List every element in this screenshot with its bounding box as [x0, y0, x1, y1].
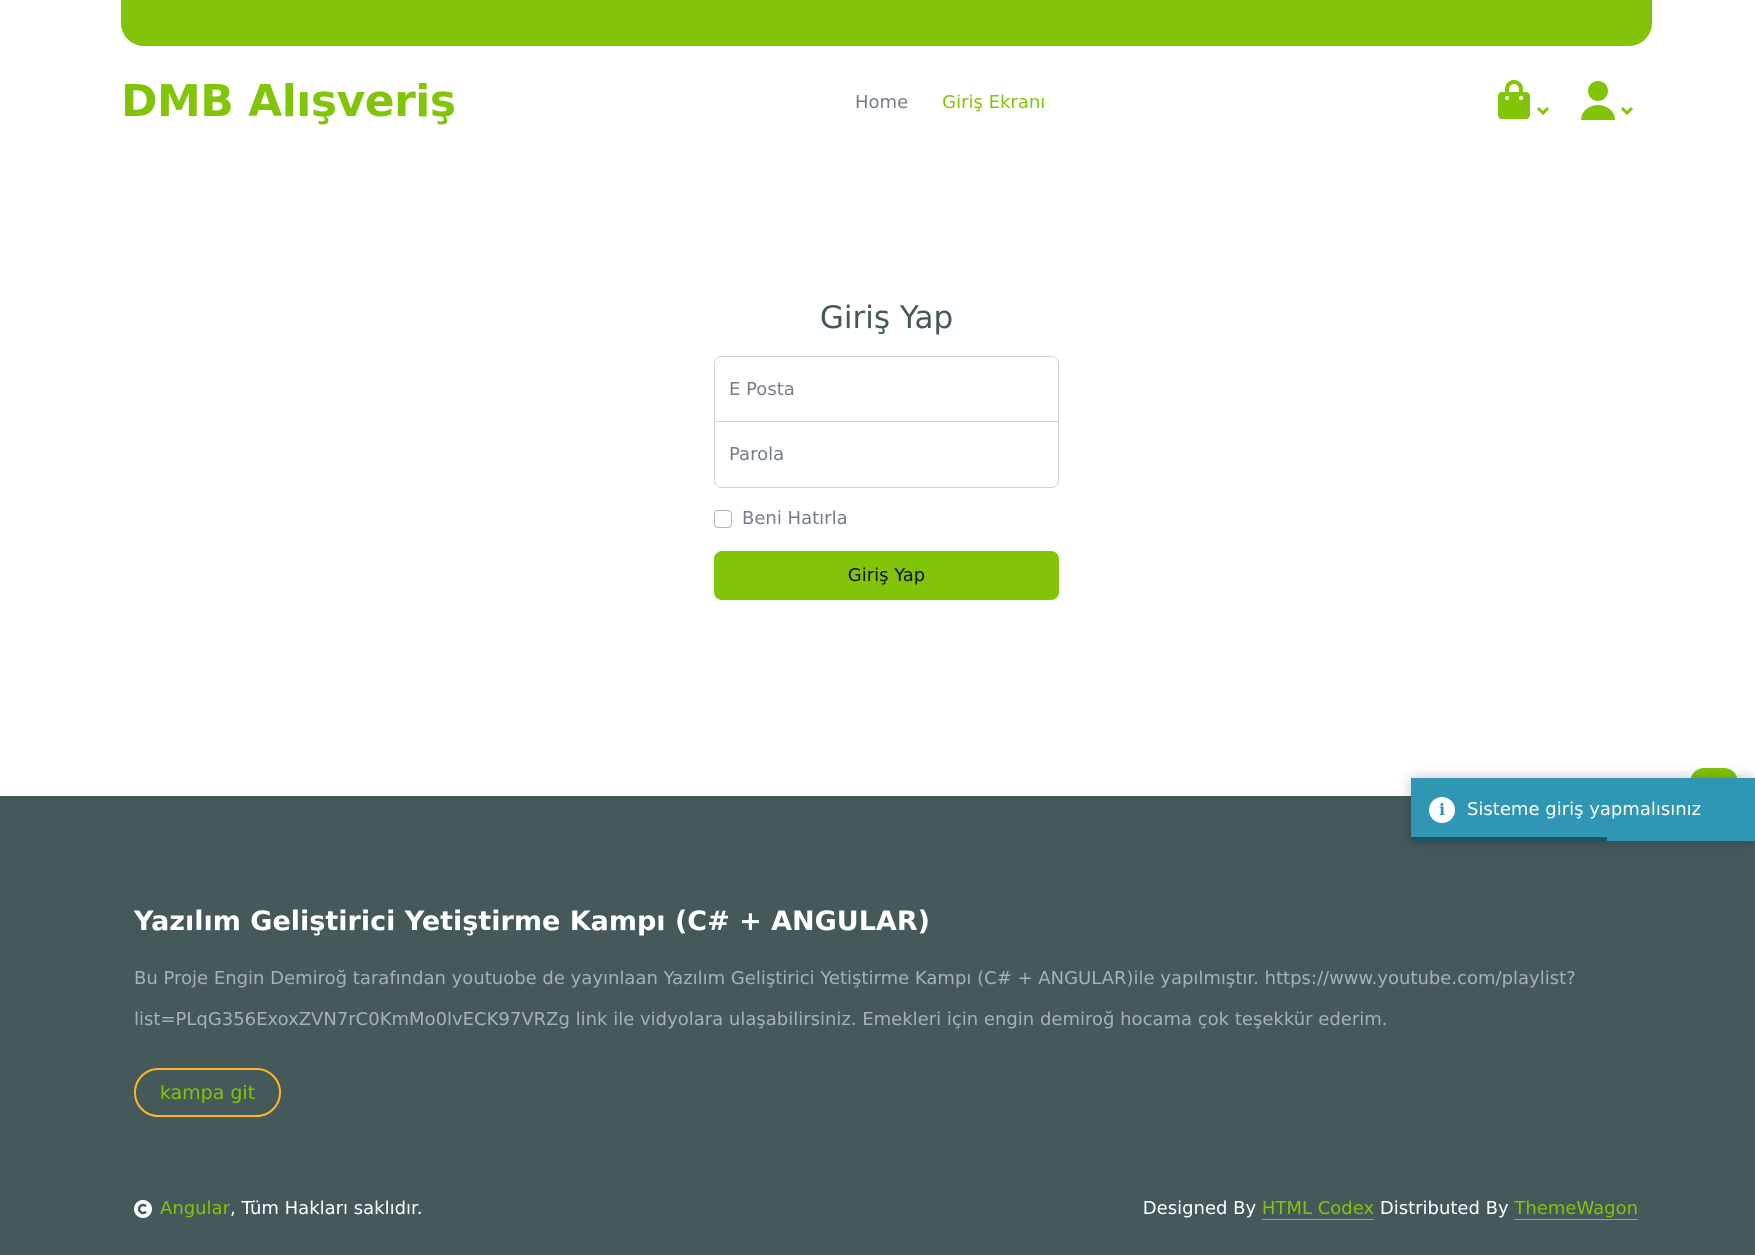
brand-logo[interactable]: DMB Alışveriş	[121, 70, 456, 134]
toast-progress-bar	[1411, 837, 1608, 841]
email-field[interactable]	[715, 357, 1058, 422]
remember-me: Beni Hatırla	[714, 508, 1059, 529]
password-field[interactable]	[715, 422, 1058, 487]
footer-title: Yazılım Geliştirici Yetiştirme Kampı (C#…	[134, 906, 930, 937]
credits: Designed By HTML Codex Distributed By Th…	[1142, 1198, 1638, 1220]
field-group	[714, 356, 1059, 488]
login-title: Giriş Yap	[819, 300, 954, 336]
distributed-by-label: Distributed By	[1374, 1198, 1515, 1219]
copyright-text: , Tüm Hakları saklıdır.	[230, 1198, 423, 1219]
copyright: Angular, Tüm Hakları saklıdır.	[134, 1198, 423, 1219]
footer-description: Bu Proje Engin Demiroğ tarafından youtuo…	[134, 968, 1576, 1030]
shopping-bag-icon	[1498, 80, 1530, 119]
nav-icons	[1496, 80, 1634, 120]
nav-link-home[interactable]: Home	[855, 92, 908, 113]
info-icon: i	[1429, 796, 1455, 823]
camp-button[interactable]: kampa git	[134, 1068, 281, 1117]
remember-label[interactable]: Beni Hatırla	[742, 508, 848, 529]
top-accent-bar	[121, 0, 1652, 46]
footer: Yazılım Geliştirici Yetiştirme Kampı (C#…	[0, 796, 1755, 1255]
remember-checkbox[interactable]	[714, 509, 732, 528]
toast-message: Sisteme giriş yapmalısınız	[1467, 799, 1702, 820]
nav-link-login[interactable]: Giriş Ekranı	[942, 92, 1045, 113]
chevron-down-icon	[1620, 106, 1634, 116]
cart-dropdown[interactable]	[1496, 80, 1550, 120]
copyright-link[interactable]: Angular	[160, 1198, 230, 1219]
nav-links: Home Giriş Ekranı	[855, 70, 1045, 134]
designer-link[interactable]: HTML Codex	[1261, 1198, 1375, 1220]
copyright-icon	[134, 1199, 152, 1218]
navbar: DMB Alışveriş Home Giriş Ekranı	[121, 70, 1652, 134]
login-button[interactable]: Giriş Yap	[714, 551, 1059, 600]
designed-by-label: Designed By	[1142, 1198, 1262, 1219]
user-icon	[1581, 81, 1615, 120]
toast-notification[interactable]: i Sisteme giriş yapmalısınız	[1411, 778, 1755, 841]
page: DMB Alışveriş Home Giriş Ekranı Giriş Ya…	[0, 0, 1755, 1255]
distributor-link[interactable]: ThemeWagon	[1514, 1198, 1638, 1220]
user-dropdown[interactable]	[1580, 80, 1634, 120]
login-form: Giriş Yap Beni Hatırla Giriş Yap	[714, 300, 1059, 600]
chevron-down-icon	[1536, 106, 1550, 116]
